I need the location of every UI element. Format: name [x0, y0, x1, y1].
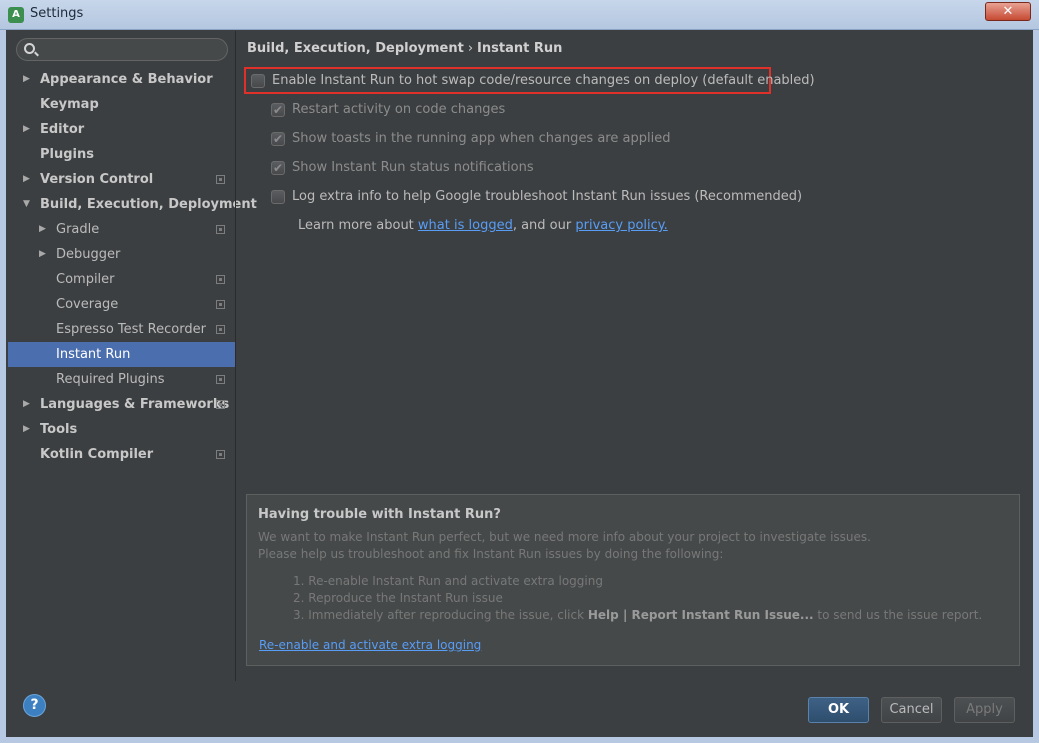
troubleshoot-panel: Having trouble with Instant Run? We want… [246, 494, 1020, 666]
tree-item-appearance[interactable]: ▶ Appearance & Behavior [8, 67, 235, 92]
project-settings-icon [216, 325, 225, 334]
tree-item-version-control[interactable]: ▶ Version Control [8, 167, 235, 192]
tree-item-espresso-test-recorder[interactable]: Espresso Test Recorder [8, 317, 235, 342]
expand-arrow-icon[interactable]: ▶ [23, 67, 30, 92]
what-is-logged-link[interactable]: what is logged [418, 218, 513, 233]
expand-arrow-icon[interactable]: ▶ [23, 117, 30, 142]
tree-item-label: Build, Execution, Deployment [40, 197, 257, 212]
project-settings-icon [216, 300, 225, 309]
project-settings-icon [216, 175, 225, 184]
learn-more-middle: , and our [512, 218, 576, 233]
expand-arrow-icon[interactable]: ▶ [23, 167, 30, 192]
troubleshoot-step-2: 2. Reproduce the Instant Run issue [293, 591, 503, 605]
breadcrumb-current: Instant Run [477, 41, 563, 56]
tree-item-label: Kotlin Compiler [40, 447, 154, 462]
learn-more-prefix: Learn more about [298, 218, 418, 233]
tree-item-label: Coverage [56, 297, 119, 312]
tree-item-label: Espresso Test Recorder [56, 322, 206, 337]
report-issue-menu-path: Help | Report Instant Run Issue... [587, 608, 814, 622]
restart-activity-label: Restart activity on code changes [292, 102, 506, 117]
project-settings-icon [216, 450, 225, 459]
step-3-prefix: 3. Immediately after reproducing the iss… [293, 608, 588, 622]
tree-item-label: Instant Run [56, 347, 131, 362]
sidebar-divider[interactable] [235, 31, 236, 681]
window-title: Settings [30, 6, 84, 21]
tree-item-compiler[interactable]: Compiler [8, 267, 235, 292]
status-notifications-checkbox[interactable] [271, 158, 285, 178]
show-toasts-label: Show toasts in the running app when chan… [292, 131, 671, 146]
android-studio-icon: A [8, 7, 24, 23]
tree-item-label: Keymap [40, 97, 99, 112]
tree-item-label: Debugger [56, 247, 121, 262]
expand-arrow-icon[interactable]: ▶ [23, 417, 30, 442]
tree-item-gradle[interactable]: ▶ Gradle [8, 217, 235, 242]
tree-item-label: Compiler [56, 272, 115, 287]
tree-item-debugger[interactable]: ▶ Debugger [8, 242, 235, 267]
ok-button[interactable]: OK [808, 697, 869, 723]
apply-button[interactable]: Apply [954, 697, 1015, 723]
tree-item-label: Tools [40, 422, 78, 437]
tree-item-instant-run[interactable]: Instant Run [8, 342, 235, 367]
log-extra-info-label: Log extra info to help Google troublesho… [292, 189, 803, 204]
expand-arrow-icon[interactable]: ▶ [39, 217, 46, 242]
tree-item-label: Languages & Frameworks [40, 397, 230, 412]
enable-instant-run-label: Enable Instant Run to hot swap code/reso… [272, 73, 815, 88]
tree-item-label: Editor [40, 122, 85, 137]
project-settings-icon [216, 400, 225, 409]
breadcrumb: Build, Execution, Deployment › Instant Run [247, 41, 562, 56]
tree-item-keymap[interactable]: Keymap [8, 92, 235, 117]
cancel-button[interactable]: Cancel [881, 697, 942, 723]
project-settings-icon [216, 275, 225, 284]
tree-item-label: Gradle [56, 222, 100, 237]
log-extra-info-checkbox[interactable] [271, 190, 285, 204]
breadcrumb-separator: › [467, 41, 474, 56]
project-settings-icon [216, 225, 225, 234]
close-button[interactable]: ✕ [985, 2, 1031, 21]
help-icon[interactable]: ? [23, 694, 46, 717]
tree-item-kotlin-compiler[interactable]: Kotlin Compiler [8, 442, 235, 467]
restart-activity-checkbox[interactable] [271, 100, 285, 120]
expand-arrow-icon[interactable]: ▶ [23, 392, 30, 417]
troubleshoot-step-1: 1. Re-enable Instant Run and activate ex… [293, 574, 603, 588]
status-notifications-label: Show Instant Run status notifications [292, 160, 534, 175]
tree-item-label: Appearance & Behavior [40, 72, 213, 87]
breadcrumb-parent[interactable]: Build, Execution, Deployment [247, 41, 464, 56]
learn-more-text: Learn more about what is logged, and our… [298, 218, 668, 233]
privacy-policy-link[interactable]: privacy policy. [575, 218, 667, 233]
settings-tree: ▶ Appearance & Behavior Keymap ▶ Editor … [8, 67, 257, 467]
search-input[interactable] [16, 38, 228, 61]
tree-item-label: Required Plugins [56, 372, 165, 387]
show-toasts-checkbox[interactable] [271, 129, 285, 149]
troubleshoot-heading: Having trouble with Instant Run? [258, 507, 501, 522]
tree-item-languages-frameworks[interactable]: ▶ Languages & Frameworks [8, 392, 235, 417]
tree-item-coverage[interactable]: Coverage [8, 292, 235, 317]
troubleshoot-line-1: We want to make Instant Run perfect, but… [258, 530, 871, 544]
enable-instant-run-checkbox[interactable] [251, 74, 265, 88]
project-settings-icon [216, 375, 225, 384]
tree-item-label: Plugins [40, 147, 94, 162]
troubleshoot-line-2: Please help us troubleshoot and fix Inst… [258, 547, 724, 561]
expand-arrow-icon[interactable]: ▶ [39, 242, 46, 267]
tree-item-required-plugins[interactable]: Required Plugins [8, 367, 235, 392]
reenable-logging-link[interactable]: Re-enable and activate extra logging [259, 638, 481, 652]
tree-item-build-execution-deployment[interactable]: ▼ Build, Execution, Deployment [8, 192, 257, 217]
settings-sidebar: ▶ Appearance & Behavior Keymap ▶ Editor … [8, 31, 257, 681]
tree-item-label: Version Control [40, 172, 154, 187]
search-icon [24, 43, 35, 54]
tree-item-editor[interactable]: ▶ Editor [8, 117, 235, 142]
collapse-arrow-icon[interactable]: ▼ [23, 192, 30, 217]
title-bar: A Settings ✕ [0, 0, 1039, 30]
troubleshoot-step-3: 3. Immediately after reproducing the iss… [293, 608, 982, 622]
tree-item-tools[interactable]: ▶ Tools [8, 417, 235, 442]
step-3-suffix: to send us the issue report. [813, 608, 983, 622]
tree-item-plugins[interactable]: Plugins [8, 142, 235, 167]
